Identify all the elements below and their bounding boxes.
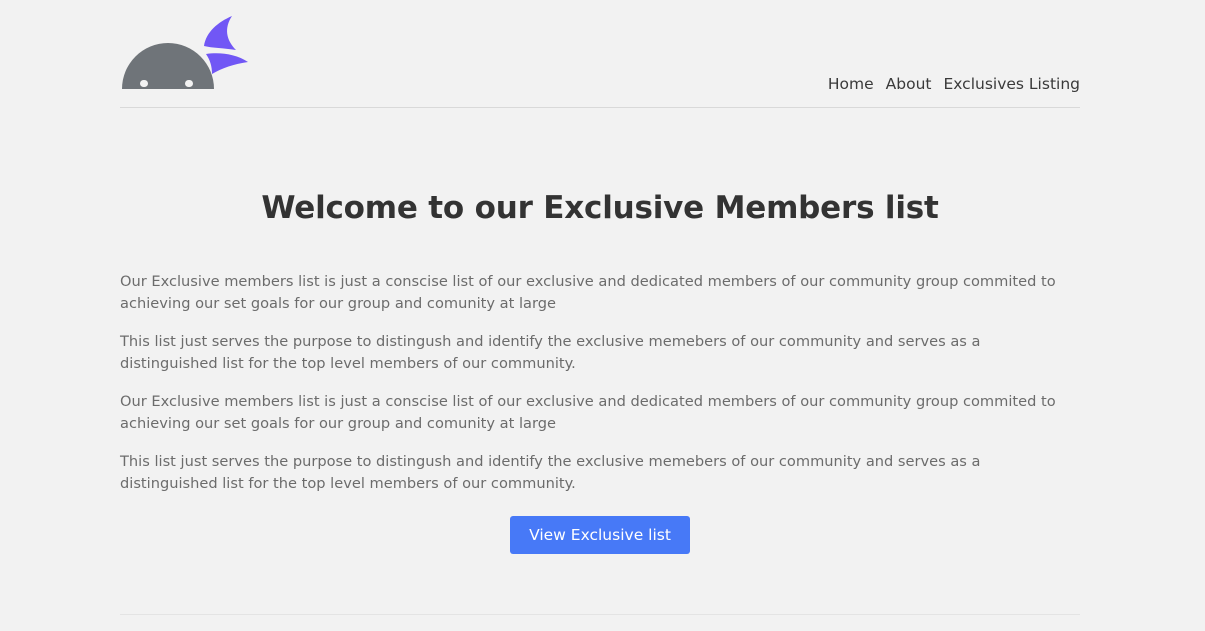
intro-paragraph: Our Exclusive members list is just a con… [120, 273, 1056, 312]
footer-divider [120, 614, 1080, 615]
intro-paragraph: Our Exclusive members list is just a con… [120, 393, 1056, 432]
view-exclusive-list-button[interactable]: View Exclusive list [510, 516, 690, 554]
page-title: Welcome to our Exclusive Members list [261, 190, 939, 226]
site-header: Home About Exclusives Listing [120, 0, 1080, 108]
ninja-head-logo-icon[interactable] [120, 14, 250, 90]
intro-text: Our Exclusive members list is just a con… [120, 271, 1082, 511]
nav-about-link[interactable]: About [886, 75, 932, 93]
intro-paragraph: This list just serves the purpose to dis… [120, 333, 981, 372]
page-container: Home About Exclusives Listing Welcome to… [120, 0, 1080, 615]
nav-exclusives-listing-link[interactable]: Exclusives Listing [943, 75, 1080, 93]
intro-paragraph: This list just serves the purpose to dis… [120, 453, 981, 492]
nav-home-link[interactable]: Home [828, 75, 874, 93]
main-nav: Home About Exclusives Listing [828, 75, 1080, 93]
